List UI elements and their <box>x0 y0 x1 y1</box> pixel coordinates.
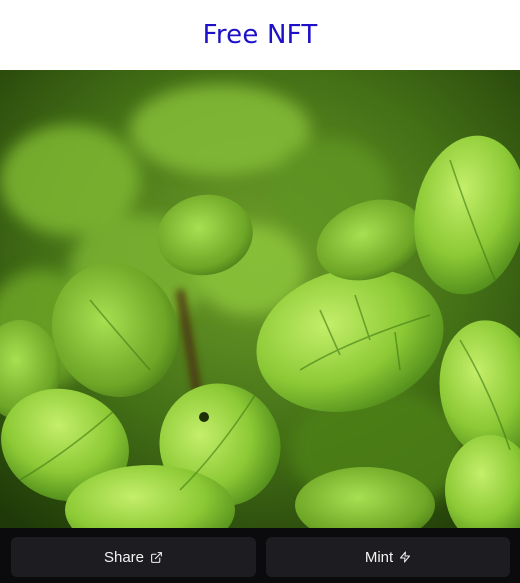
header: Free NFT <box>0 0 520 70</box>
page-title: Free NFT <box>202 20 318 50</box>
mint-label: Mint <box>364 548 394 566</box>
action-bar: Share Mint <box>0 528 520 583</box>
nft-image <box>0 70 520 528</box>
mint-button[interactable]: Mint <box>266 537 510 577</box>
external-link-icon <box>150 551 163 564</box>
share-button[interactable]: Share <box>11 537 256 577</box>
share-label: Share <box>103 548 145 566</box>
lightning-bolt-icon <box>399 549 411 565</box>
mint-plant-illustration <box>0 70 520 528</box>
